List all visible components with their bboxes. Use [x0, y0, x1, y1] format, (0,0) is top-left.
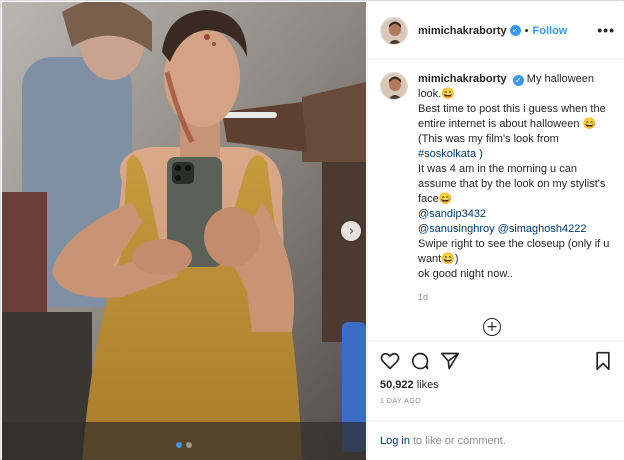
post-actions: 50,922 likes 1 DAY AGO [368, 340, 624, 412]
hashtag-link[interactable]: #soskolkata ) [418, 147, 613, 162]
follow-button[interactable]: Follow [533, 25, 568, 37]
chevron-right-icon: › [348, 223, 355, 239]
carousel-next-button[interactable]: › [341, 221, 361, 241]
carousel-indicator [2, 442, 366, 448]
login-link[interactable]: Log in [380, 435, 410, 447]
carousel-dot-active [176, 442, 182, 448]
avatar-image [381, 73, 407, 99]
header-username[interactable]: mimichakraborty [418, 25, 507, 37]
heart-icon[interactable] [380, 351, 400, 371]
caption-avatar[interactable] [380, 72, 408, 100]
action-icons-row [380, 341, 613, 377]
post-frame: › mimichakraborty ✓ • Follow ••• mimicha… [0, 0, 624, 460]
caption-line: (This was my film's look from [418, 133, 559, 145]
carousel-dot [186, 442, 192, 448]
bookmark-icon[interactable] [593, 351, 613, 371]
likes-label: likes [416, 379, 439, 391]
caption-line: ok good night now.. [418, 268, 513, 280]
caption-text: mimichakraborty ✓ My halloween look.😄 Be… [418, 72, 613, 305]
post-header: mimichakraborty ✓ • Follow ••• [368, 2, 624, 60]
caption-username[interactable]: mimichakraborty [418, 73, 507, 85]
login-prompt: Log in to like or comment. [368, 420, 624, 460]
mention-link[interactable]: @sandip3432 [418, 207, 613, 222]
load-more-comments-button[interactable]: + [483, 318, 501, 336]
photo-illustration [2, 2, 366, 460]
likes-count[interactable]: 50,922 likes [380, 379, 613, 391]
caption: mimichakraborty ✓ My halloween look.😄 Be… [380, 72, 613, 305]
comments-area: mimichakraborty ✓ My halloween look.😄 Be… [368, 60, 624, 340]
caption-line: Best time to post this i guess when the … [418, 103, 606, 130]
post-age: 1 DAY AGO [380, 398, 422, 405]
separator-dot: • [524, 24, 529, 37]
caption-line: It was 4 am in the morning u can assume … [418, 163, 606, 205]
verified-badge-icon: ✓ [509, 25, 521, 36]
mention-link[interactable]: @sanusinghroy @simaghosh4222 [418, 222, 613, 237]
share-icon[interactable] [440, 351, 460, 371]
more-options-icon[interactable]: ••• [597, 22, 615, 38]
caption-line: Swipe right to see the closeup (only if … [418, 238, 610, 265]
avatar-image [381, 17, 407, 44]
likes-number: 50,922 [380, 379, 414, 391]
verified-badge-icon: ✓ [512, 75, 524, 86]
post-side-panel: mimichakraborty ✓ • Follow ••• mimichakr… [367, 2, 624, 460]
comment-icon[interactable] [410, 351, 430, 371]
login-prompt-text: to like or comment. [412, 434, 506, 447]
caption-timestamp: 1d [418, 292, 429, 302]
plus-circle-icon: + [486, 318, 498, 335]
avatar[interactable] [380, 16, 408, 45]
post-photo[interactable]: › [2, 2, 366, 460]
